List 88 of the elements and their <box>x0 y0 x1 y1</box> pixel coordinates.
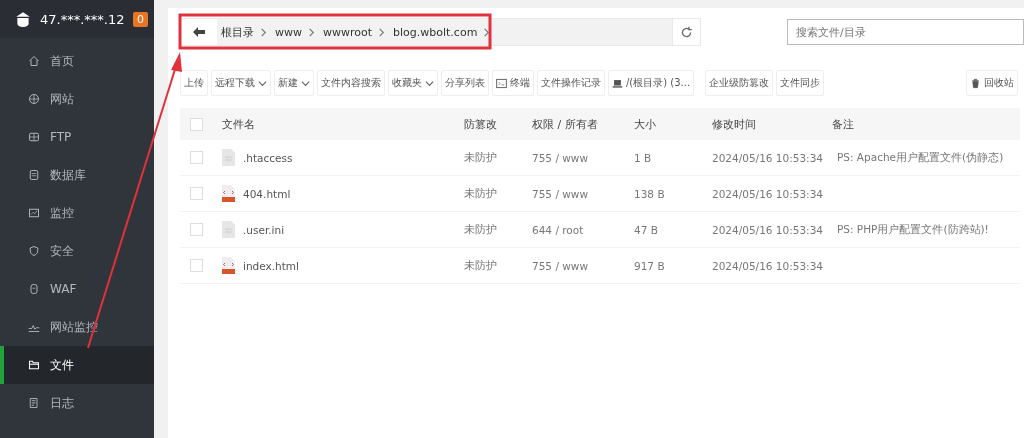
checkbox[interactable] <box>190 117 203 131</box>
sidebar-item[interactable]: FTP <box>0 118 154 156</box>
modified-time: 2024/05/16 10:53:34 <box>712 151 823 164</box>
toolbar-button[interactable]: 文件操作记录 <box>537 70 605 96</box>
toolbar-button[interactable]: 上传 <box>180 70 208 96</box>
column-header: 权限 / 所有者 <box>532 117 598 131</box>
sidebar-item[interactable]: 网站 <box>0 80 154 118</box>
file-note: PS: PHP用户配置文件(防跨站)! <box>837 222 989 235</box>
breadcrumb-link[interactable]: www <box>271 25 319 39</box>
logo-icon <box>14 10 32 28</box>
refresh-button[interactable] <box>673 18 701 46</box>
modified-time: 2024/05/16 10:53:34 <box>712 223 823 236</box>
sidebar-item[interactable]: 文件 <box>0 346 154 384</box>
html-file-icon <box>222 185 235 202</box>
file-icon <box>222 221 235 238</box>
terminal-icon <box>496 77 507 89</box>
sidebar-item[interactable]: 首页 <box>0 42 154 80</box>
server-icon <box>28 131 40 143</box>
sidebar-item[interactable]: 监控 <box>0 194 154 232</box>
caret-icon <box>301 78 310 88</box>
toolbar-button[interactable]: 企业级防篡改 <box>705 70 774 96</box>
toolbar-button[interactable]: 新建 <box>274 70 314 96</box>
modified-time: 2024/05/16 10:53:34 <box>712 259 823 272</box>
column-header: 防篡改 <box>464 117 497 131</box>
server-address: 47.***.***.12 <box>40 11 125 27</box>
checkbox[interactable] <box>190 187 203 201</box>
shield-icon <box>28 283 40 295</box>
file-icon <box>222 149 235 166</box>
caret-icon <box>425 78 434 88</box>
file-size: 47 B <box>634 223 658 236</box>
chevron-icon <box>308 27 315 37</box>
checkbox[interactable] <box>190 151 203 165</box>
permission-owner: 644 / root <box>532 223 584 236</box>
toolbar-button[interactable]: 分享列表 <box>441 70 489 96</box>
toolbar-button[interactable]: /(根目录) (3... <box>608 70 695 96</box>
column-header: 大小 <box>634 117 656 131</box>
folder-icon <box>28 359 40 371</box>
sidebar-item[interactable]: WAF <box>0 270 154 308</box>
file-name[interactable]: index.html <box>243 259 299 272</box>
file-size: 917 B <box>634 259 665 272</box>
sidebar-item[interactable]: 数据库 <box>0 156 154 194</box>
file-size: 138 B <box>634 187 665 200</box>
globe-icon <box>28 93 40 105</box>
chevron-icon <box>378 27 386 37</box>
file-note: PS: Apache用户配置文件(伪静态) <box>837 150 1004 163</box>
permission-owner: 755 / www <box>532 259 589 272</box>
permission-owner: 755 / www <box>532 151 589 164</box>
search-field[interactable]: 搜索文件/目录 <box>787 19 1024 45</box>
modified-time: 2024/05/16 10:53:34 <box>712 187 823 200</box>
protection-status: 未防护 <box>464 258 497 271</box>
column-header: 修改时间 <box>712 117 756 131</box>
toolbar-button[interactable]: 远程下载 <box>211 70 271 96</box>
back-arrow-icon <box>193 27 205 37</box>
breadcrumb-link[interactable]: 根目录 <box>217 24 271 40</box>
toolbar-button[interactable]: 收藏夹 <box>388 70 438 96</box>
toolbar-button[interactable]: 文件同步 <box>776 70 825 96</box>
home-icon <box>28 55 40 67</box>
back-button[interactable] <box>181 19 217 45</box>
protection-status: 未防护 <box>464 150 497 163</box>
chevron-icon <box>260 27 267 37</box>
toolbar-button[interactable]: 终端 <box>492 70 534 96</box>
html-file-icon <box>222 257 235 274</box>
file-name[interactable]: .htaccess <box>243 151 293 164</box>
file-name[interactable]: .user.ini <box>243 223 285 236</box>
breadcrumb-link[interactable]: blog.wbolt.com <box>389 25 495 39</box>
caret-icon <box>258 78 267 88</box>
shield-icon <box>28 245 40 257</box>
checkbox[interactable] <box>190 223 203 237</box>
column-header: 文件名 <box>222 117 255 131</box>
toolbar-button[interactable]: 回收站 <box>966 70 1018 96</box>
drive-icon <box>612 77 623 89</box>
checkbox[interactable] <box>190 259 203 273</box>
column-header: 备注 <box>832 117 854 131</box>
toolbar-button[interactable]: 文件内容搜索 <box>317 70 385 96</box>
file-size: 1 B <box>634 151 652 164</box>
protection-status: 未防护 <box>464 222 497 235</box>
sidebar-item[interactable]: 安全 <box>0 232 154 270</box>
breadcrumb-link[interactable]: wwwroot <box>319 25 390 39</box>
protection-status: 未防护 <box>464 186 497 199</box>
chart-icon <box>28 207 40 219</box>
sidebar-item[interactable]: 日志 <box>0 384 154 422</box>
refresh-icon <box>680 25 694 39</box>
document-icon <box>28 397 40 409</box>
file-name[interactable]: 404.html <box>243 187 291 200</box>
permission-owner: 755 / www <box>532 187 589 200</box>
trash-icon <box>970 77 981 89</box>
database-icon <box>28 169 40 181</box>
chevron-icon <box>483 27 491 37</box>
